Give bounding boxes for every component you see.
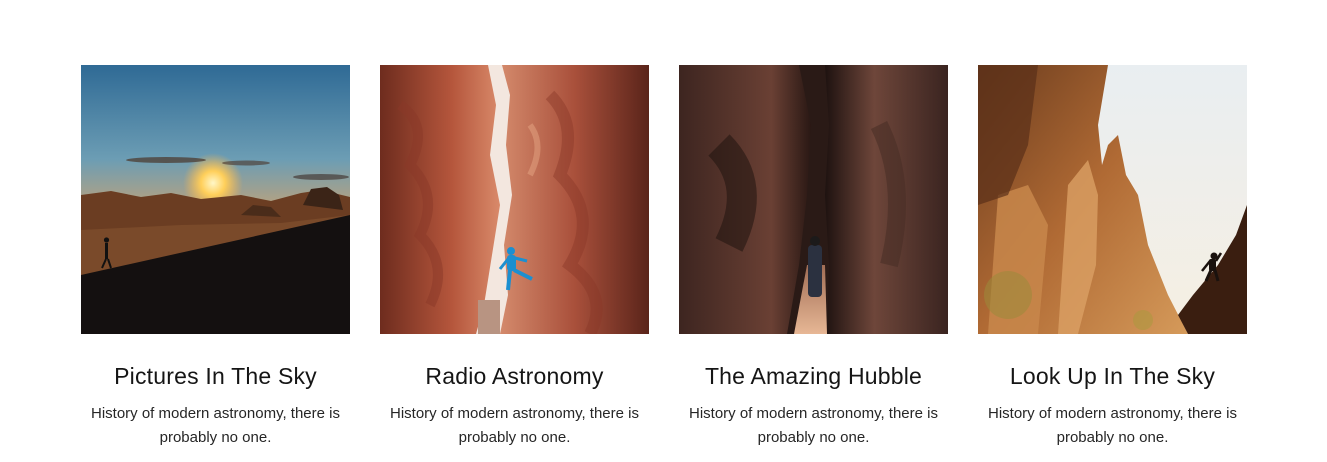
card-image[interactable] (679, 65, 948, 334)
card-description: History of modern astronomy, there is pr… (91, 405, 340, 446)
card-title[interactable]: Pictures In The Sky (81, 363, 350, 389)
card-image[interactable] (81, 65, 350, 334)
card-radio-astronomy[interactable]: Radio Astronomy History of modern astron… (380, 65, 649, 450)
card-pictures-in-the-sky[interactable]: Pictures In The Sky History of modern as… (81, 65, 350, 450)
card-the-amazing-hubble[interactable]: The Amazing Hubble History of modern ast… (679, 65, 948, 450)
card-look-up-in-the-sky[interactable]: Look Up In The Sky History of modern ast… (978, 65, 1247, 450)
sunlit-rock-climber-photo (978, 65, 1247, 334)
desert-sunset-photo (81, 65, 350, 334)
card-title[interactable]: Radio Astronomy (380, 363, 649, 389)
card-title[interactable]: Look Up In The Sky (978, 363, 1247, 389)
card-grid: Pictures In The Sky History of modern as… (81, 65, 1247, 450)
card-description: History of modern astronomy, there is pr… (689, 405, 938, 446)
red-canyon-climber-photo (380, 65, 649, 334)
dark-canyon-person-photo (679, 65, 948, 334)
card-description: History of modern astronomy, there is pr… (390, 405, 639, 446)
card-description: History of modern astronomy, there is pr… (988, 405, 1237, 446)
card-image[interactable] (978, 65, 1247, 334)
card-image[interactable] (380, 65, 649, 334)
card-title[interactable]: The Amazing Hubble (679, 363, 948, 389)
